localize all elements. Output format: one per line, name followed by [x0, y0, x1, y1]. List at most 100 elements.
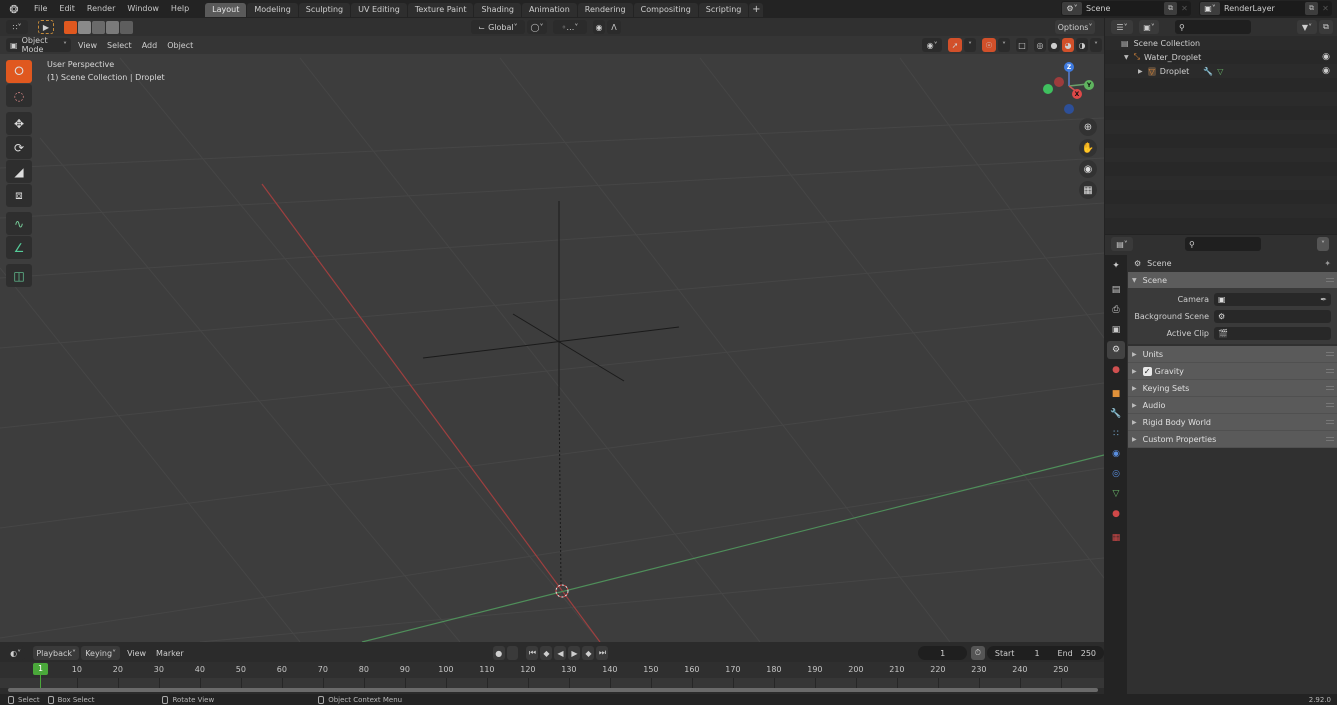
frame-ruler[interactable]: 10 20 30 40 50 60 70 80 90 100 110 120 130 140 150 160 1… [0, 662, 1104, 678]
tab-scene-icon[interactable]: ⚙ [1107, 341, 1125, 359]
jump-end-button[interactable]: ⏭ [596, 646, 609, 660]
outliner-editor-type-icon[interactable]: ☰˅ [1111, 20, 1133, 34]
playhead[interactable]: 1 [33, 663, 48, 675]
outliner-row-scene-collection[interactable]: ▤ Scene Collection [1105, 36, 1337, 50]
overlays-dropdown[interactable]: ˅ [998, 38, 1010, 52]
tab-particles-icon[interactable]: ∷ [1107, 425, 1125, 443]
menu-help[interactable]: Help [165, 0, 195, 18]
options-dropdown[interactable]: Options ˅ [1055, 20, 1095, 34]
proportional-falloff-icon[interactable]: Λ [607, 20, 621, 34]
scene-name[interactable]: Scene [1086, 4, 1164, 13]
menu-render[interactable]: Render [81, 0, 121, 18]
pivot-point-dropdown[interactable]: ◯˅ [527, 20, 547, 34]
tab-output-icon[interactable]: ⎙ [1107, 301, 1125, 319]
scene-panel-header[interactable]: ▼ Scene [1128, 272, 1337, 288]
timeline-menu-view[interactable]: View [122, 649, 151, 658]
proportional-edit-toggle[interactable]: ◉ [593, 20, 605, 34]
auto-keying-toggle[interactable]: ● [492, 646, 505, 660]
display-mode-dropdown[interactable]: ▣˅ [1139, 20, 1159, 34]
background-scene-field[interactable]: ⚙ [1214, 310, 1331, 323]
visibility-eye-icon[interactable]: ◉ [1322, 66, 1330, 76]
camera-view-icon[interactable]: ◉ [1079, 160, 1097, 178]
snapping-dropdown[interactable]: ◦…˅ [553, 20, 587, 34]
cursor-tool[interactable]: ◌ [6, 84, 32, 107]
drag-handle-icon[interactable] [1326, 403, 1334, 407]
current-frame-field[interactable]: 1 [918, 646, 967, 660]
play-button[interactable]: ▶ [568, 646, 581, 660]
shading-dropdown[interactable]: ˅ [1090, 38, 1102, 52]
tweak-tool-icon[interactable]: ▶ [38, 20, 54, 34]
expand-toggle-icon[interactable]: ▶ [1138, 68, 1143, 75]
jump-start-button[interactable]: ⏮ [526, 646, 539, 660]
perspective-toggle-icon[interactable]: ▦ [1079, 181, 1097, 199]
add-cube-tool[interactable]: ◫ [6, 264, 32, 287]
tab-render-icon[interactable]: ▤ [1107, 281, 1125, 299]
filter-dropdown[interactable]: ▼˅ [1297, 20, 1317, 34]
menu-view[interactable]: View [73, 41, 102, 50]
drag-handle-icon[interactable] [1326, 386, 1334, 390]
menu-object[interactable]: Object [162, 41, 198, 50]
shading-material-button[interactable]: ◕ [1062, 38, 1074, 52]
tab-data-icon[interactable]: ▽ [1107, 485, 1125, 503]
pin-icon[interactable]: ✦ [1324, 259, 1331, 268]
tab-uv-editing[interactable]: UV Editing [351, 3, 407, 17]
select-mode-extend-icon[interactable] [78, 20, 91, 34]
gizmo-neg-y-axis[interactable] [1043, 84, 1053, 94]
next-keyframe-button[interactable]: ◆ [582, 646, 595, 660]
outliner-row-droplet[interactable]: ▶ ▽ Droplet 🔧 ▽ ◉ [1105, 64, 1337, 78]
show-gizmo-toggle[interactable]: ➚ [948, 38, 962, 52]
drag-handle-icon[interactable] [1326, 352, 1334, 356]
new-view-layer-icon[interactable]: ⧉ [1305, 2, 1318, 15]
select-box-tool[interactable]: ⭘ [6, 60, 32, 83]
play-reverse-button[interactable]: ◀ [554, 646, 567, 660]
view-layer-icon[interactable]: ▣˅ [1200, 2, 1220, 15]
visibility-dropdown[interactable]: ◉˅ [922, 38, 942, 52]
outliner-row-water-droplet[interactable]: ▼ ⤡ Water_Droplet ◉ [1105, 50, 1337, 64]
mode-dropdown[interactable]: ▣ Object Mode ˅ [6, 36, 72, 54]
transform-tool[interactable]: ⧈ [6, 184, 32, 207]
zoom-view-icon[interactable]: ⊕ [1079, 118, 1097, 136]
menu-add[interactable]: Add [137, 41, 163, 50]
shading-solid-button[interactable]: ● [1048, 38, 1060, 52]
playback-dropdown[interactable]: Playback ˅ [33, 646, 80, 660]
gizmo-neg-z-axis[interactable] [1064, 104, 1074, 114]
scene-icon[interactable]: ⚙˅ [1062, 2, 1082, 15]
shading-wireframe-button[interactable]: ◎ [1034, 38, 1046, 52]
keying-sets-panel[interactable]: ▶ Keying Sets [1128, 380, 1337, 397]
new-scene-icon[interactable]: ⧉ [1164, 2, 1177, 15]
preview-range-icon[interactable]: ⏱ [970, 646, 985, 660]
select-mode-invert-icon[interactable] [106, 20, 119, 34]
drag-handle-icon[interactable] [1326, 278, 1334, 282]
tab-modifiers-icon[interactable]: 🔧 [1107, 405, 1125, 423]
measure-tool[interactable]: ∠ [6, 236, 32, 259]
start-value[interactable]: 1 [1034, 649, 1039, 658]
gizmo-neg-x-axis[interactable] [1054, 77, 1064, 87]
annotate-tool[interactable]: ∿ [6, 212, 32, 235]
new-collection-icon[interactable]: ⧉ [1319, 20, 1333, 34]
menu-window[interactable]: Window [121, 0, 165, 18]
gizmo-dropdown[interactable]: ˅ [964, 38, 976, 52]
shading-rendered-button[interactable]: ◑ [1076, 38, 1088, 52]
tab-scripting[interactable]: Scripting [698, 3, 749, 17]
select-mode-subtract-icon[interactable] [92, 20, 105, 34]
select-mode-intersect-icon[interactable] [120, 20, 133, 34]
tab-modeling[interactable]: Modeling [247, 3, 298, 17]
visibility-eye-icon[interactable]: ◉ [1322, 52, 1330, 62]
drag-handle-icon[interactable] [1326, 369, 1334, 373]
properties-editor-type-icon[interactable]: ▤˅ [1111, 237, 1133, 251]
menu-edit[interactable]: Edit [53, 0, 81, 18]
scene-selector[interactable]: ⚙˅ Scene ⧉ ✕ [1061, 1, 1191, 16]
tab-material-icon[interactable]: ● [1107, 505, 1125, 523]
tab-shading[interactable]: Shading [474, 3, 521, 17]
gravity-panel[interactable]: ▶ ✓ Gravity [1128, 363, 1337, 380]
tab-view-layer-icon[interactable]: ▣ [1107, 321, 1125, 339]
keying-set-button[interactable] [506, 646, 519, 660]
menu-select[interactable]: Select [102, 41, 137, 50]
tab-rendering[interactable]: Rendering [577, 3, 633, 17]
rigid-body-world-panel[interactable]: ▶ Rigid Body World [1128, 414, 1337, 431]
tab-layout[interactable]: Layout [205, 3, 247, 17]
drag-handle-icon[interactable] [1326, 437, 1334, 441]
properties-search-input[interactable]: ⚲ [1185, 237, 1261, 251]
navigation-gizmo[interactable]: Z Y X [1040, 56, 1100, 116]
show-overlays-toggle[interactable]: ☉ [982, 38, 996, 52]
